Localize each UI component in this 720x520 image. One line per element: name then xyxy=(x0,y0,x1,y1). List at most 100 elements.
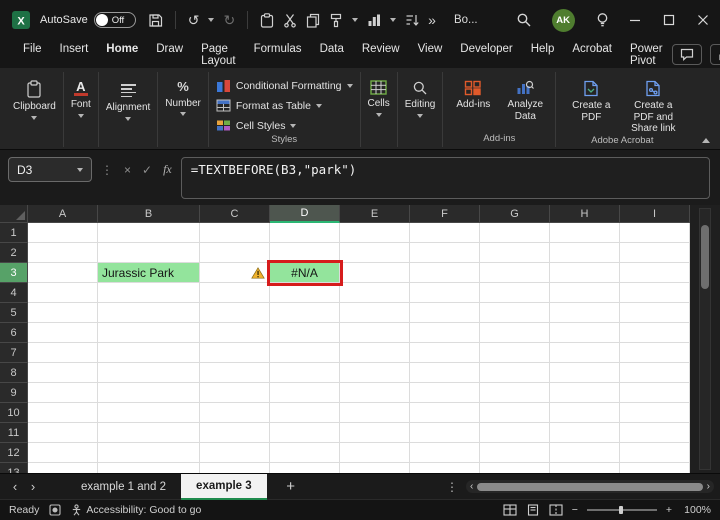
menu-data[interactable]: Data xyxy=(311,38,353,70)
zoom-level[interactable]: 100% xyxy=(681,504,711,516)
view-page-break-icon[interactable] xyxy=(549,504,563,516)
cell-A10[interactable] xyxy=(28,403,98,423)
horizontal-scrollbar[interactable]: ‹ › xyxy=(466,480,714,493)
cell-E9[interactable] xyxy=(340,383,410,403)
cell-E5[interactable] xyxy=(340,303,410,323)
cell-F7[interactable] xyxy=(410,343,480,363)
cell-E12[interactable] xyxy=(340,443,410,463)
cell-I7[interactable] xyxy=(620,343,690,363)
cell-G11[interactable] xyxy=(480,423,550,443)
cell-E8[interactable] xyxy=(340,363,410,383)
autosave-toggle[interactable]: Off xyxy=(93,12,136,28)
alignment-button[interactable]: Alignment xyxy=(106,75,150,121)
cell-F5[interactable] xyxy=(410,303,480,323)
column-header-G[interactable]: G xyxy=(480,205,550,223)
cell-styles-button[interactable]: Cell Styles xyxy=(216,117,353,134)
cell-F11[interactable] xyxy=(410,423,480,443)
cell-B10[interactable] xyxy=(98,403,200,423)
cell-B11[interactable] xyxy=(98,423,200,443)
cell-E7[interactable] xyxy=(340,343,410,363)
cell-G10[interactable] xyxy=(480,403,550,423)
cell-I11[interactable] xyxy=(620,423,690,443)
user-avatar[interactable]: AK xyxy=(551,8,575,32)
paste-icon[interactable] xyxy=(260,12,274,28)
cell-H1[interactable] xyxy=(550,223,620,243)
cell-H8[interactable] xyxy=(550,363,620,383)
cell-C5[interactable] xyxy=(200,303,270,323)
cell-B12[interactable] xyxy=(98,443,200,463)
cell-H13[interactable] xyxy=(550,463,620,473)
cell-D13[interactable] xyxy=(270,463,340,473)
cell-G13[interactable] xyxy=(480,463,550,473)
cell-H10[interactable] xyxy=(550,403,620,423)
cell-F1[interactable] xyxy=(410,223,480,243)
cell-F2[interactable] xyxy=(410,243,480,263)
copy-icon[interactable] xyxy=(306,13,320,28)
select-all-corner[interactable] xyxy=(0,205,28,223)
cell-A5[interactable] xyxy=(28,303,98,323)
cell-A13[interactable] xyxy=(28,463,98,473)
format-as-table-button[interactable]: Format as Table xyxy=(216,97,353,114)
sheet-tab-example-3[interactable]: example 3 xyxy=(181,473,267,500)
menu-home[interactable]: Home xyxy=(97,38,148,70)
cell-E2[interactable] xyxy=(340,243,410,263)
cell-A2[interactable] xyxy=(28,243,98,263)
font-button[interactable]: A Font xyxy=(71,75,91,118)
hscroll-right-icon[interactable]: › xyxy=(707,481,710,492)
cell-B8[interactable] xyxy=(98,363,200,383)
cell-I4[interactable] xyxy=(620,283,690,303)
cell-F12[interactable] xyxy=(410,443,480,463)
row-header-2[interactable]: 2 xyxy=(0,243,28,263)
cell-C8[interactable] xyxy=(200,363,270,383)
row-header-8[interactable]: 8 xyxy=(0,363,28,383)
autosave-control[interactable]: AutoSave Off xyxy=(40,12,136,28)
row-header-11[interactable]: 11 xyxy=(0,423,28,443)
formula-bar-handle-icon[interactable]: ⋮ xyxy=(101,163,113,177)
column-header-I[interactable]: I xyxy=(620,205,690,223)
row-header-1[interactable]: 1 xyxy=(0,223,28,243)
menu-insert[interactable]: Insert xyxy=(51,38,98,70)
cell-C3[interactable] xyxy=(200,263,270,283)
menu-review[interactable]: Review xyxy=(353,38,409,70)
row-header-7[interactable]: 7 xyxy=(0,343,28,363)
formula-input[interactable]: =TEXTBEFORE(B3,"park") xyxy=(180,157,710,199)
lightbulb-icon[interactable] xyxy=(595,12,610,28)
row-header-6[interactable]: 6 xyxy=(0,323,28,343)
sheet-nav-left-icon[interactable]: ‹ xyxy=(6,479,24,494)
cell-C10[interactable] xyxy=(200,403,270,423)
cell-A11[interactable] xyxy=(28,423,98,443)
cell-C1[interactable] xyxy=(200,223,270,243)
column-header-E[interactable]: E xyxy=(340,205,410,223)
cells-button[interactable]: Cells xyxy=(368,75,390,117)
column-header-H[interactable]: H xyxy=(550,205,620,223)
zoom-out-icon[interactable]: − xyxy=(572,504,578,516)
menu-view[interactable]: View xyxy=(409,38,452,70)
zoom-in-icon[interactable]: + xyxy=(666,504,672,516)
cell-C4[interactable] xyxy=(200,283,270,303)
accessibility-status[interactable]: Accessibility: Good to go xyxy=(71,504,201,516)
sheet-nav-right-icon[interactable]: › xyxy=(24,479,42,494)
cell-E1[interactable] xyxy=(340,223,410,243)
row-header-4[interactable]: 4 xyxy=(0,283,28,303)
cell-I9[interactable] xyxy=(620,383,690,403)
undo-caret-icon[interactable] xyxy=(208,18,215,22)
cell-F10[interactable] xyxy=(410,403,480,423)
cell-I6[interactable] xyxy=(620,323,690,343)
cell-F13[interactable] xyxy=(410,463,480,473)
cell-H3[interactable] xyxy=(550,263,620,283)
cell-H4[interactable] xyxy=(550,283,620,303)
menu-help[interactable]: Help xyxy=(522,38,564,70)
sort-filter-icon[interactable] xyxy=(405,13,419,27)
tabbar-menu-icon[interactable]: ⋮ xyxy=(446,480,458,494)
vertical-scrollbar[interactable] xyxy=(699,208,711,470)
cell-A12[interactable] xyxy=(28,443,98,463)
row-header-13[interactable]: 13 xyxy=(0,463,28,473)
cell-F9[interactable] xyxy=(410,383,480,403)
search-icon[interactable] xyxy=(516,12,532,28)
cell-H5[interactable] xyxy=(550,303,620,323)
menu-file[interactable]: File xyxy=(14,38,51,70)
column-header-F[interactable]: F xyxy=(410,205,480,223)
cell-I13[interactable] xyxy=(620,463,690,473)
menu-acrobat[interactable]: Acrobat xyxy=(563,38,621,70)
column-header-D[interactable]: D xyxy=(270,205,340,223)
